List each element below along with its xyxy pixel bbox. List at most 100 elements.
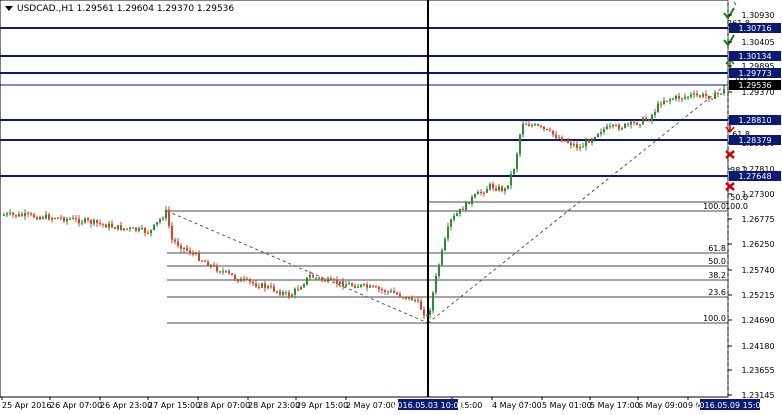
candle-body bbox=[141, 227, 143, 229]
candle-body bbox=[135, 227, 137, 231]
candle-body bbox=[567, 140, 569, 143]
candle-body bbox=[327, 278, 329, 282]
price-tag-label: 1.30716 bbox=[738, 24, 771, 33]
fib-lower-label-50: 50.0 bbox=[708, 257, 726, 266]
candle-body bbox=[399, 294, 401, 297]
time-axis-label: 26 Apr 07:00 bbox=[50, 401, 102, 410]
fib-lower-label-236: 23.6 bbox=[708, 288, 726, 297]
candle-body bbox=[18, 213, 20, 217]
candle-body bbox=[363, 284, 365, 286]
candle-body bbox=[690, 94, 692, 97]
candle-body bbox=[663, 100, 665, 105]
candle-body bbox=[198, 253, 200, 261]
candle-body bbox=[507, 185, 509, 189]
candle-body bbox=[213, 264, 215, 266]
candle-body bbox=[666, 100, 668, 102]
candle-body bbox=[543, 126, 545, 130]
candle-body bbox=[12, 212, 14, 215]
candle-body bbox=[114, 227, 116, 229]
price-scale-label: 1.23655 bbox=[741, 366, 774, 375]
candle-body bbox=[330, 278, 332, 280]
candle-body bbox=[468, 201, 470, 205]
candle-body bbox=[189, 250, 191, 254]
fib-lower-label-382: 38.2 bbox=[708, 271, 726, 280]
candle-body bbox=[684, 96, 686, 99]
candle-body bbox=[699, 95, 701, 97]
candle-body bbox=[249, 279, 251, 282]
candle-body bbox=[204, 260, 206, 262]
candle-body bbox=[156, 222, 158, 225]
candle-body bbox=[414, 299, 416, 301]
time-highlight-tag: 2016.05.09 15:00 bbox=[694, 399, 766, 410]
candle-body bbox=[591, 138, 593, 143]
candle-body bbox=[246, 278, 248, 280]
candle-body bbox=[201, 260, 203, 262]
candle-body bbox=[111, 223, 113, 228]
candle-body bbox=[72, 218, 74, 220]
candle-body bbox=[309, 275, 311, 278]
candle-body bbox=[408, 296, 410, 299]
candle-body bbox=[234, 275, 236, 280]
candle-body bbox=[102, 223, 104, 225]
time-axis-label: 29 Apr 15:00 bbox=[296, 401, 348, 410]
candle-body bbox=[678, 95, 680, 99]
candle-body bbox=[174, 239, 176, 242]
candle-body bbox=[105, 224, 107, 228]
candle-body bbox=[21, 213, 23, 217]
candle-body bbox=[708, 95, 710, 99]
candle-body bbox=[627, 123, 629, 125]
candle-body bbox=[702, 94, 704, 97]
candle-body bbox=[426, 314, 428, 316]
price-tag: 1.28810 bbox=[729, 115, 781, 125]
fib-lower-label-100-bottom: 100.0 bbox=[703, 314, 726, 323]
candle-body bbox=[297, 288, 299, 290]
candle-body bbox=[387, 291, 389, 293]
candle-body bbox=[30, 213, 32, 215]
candle-body bbox=[153, 224, 155, 230]
candle-body bbox=[354, 285, 356, 289]
candle-body bbox=[177, 241, 179, 246]
candle-body bbox=[693, 93, 695, 95]
candle-body bbox=[435, 276, 437, 293]
candle-body bbox=[720, 93, 722, 95]
candle-body bbox=[381, 289, 383, 291]
candle-body bbox=[255, 283, 257, 287]
candle-body bbox=[456, 213, 458, 217]
candle-body bbox=[459, 208, 461, 214]
candle-body bbox=[324, 280, 326, 282]
candle-body bbox=[321, 277, 323, 281]
candle-body bbox=[483, 192, 485, 194]
candle-body bbox=[261, 283, 263, 288]
candle-body bbox=[369, 285, 371, 288]
fib-lower-label-618: 61.8 bbox=[708, 244, 726, 253]
price-tag: 1.28379 bbox=[729, 135, 781, 145]
candle-body bbox=[519, 134, 521, 154]
candle-body bbox=[624, 123, 626, 128]
candle-body bbox=[171, 225, 173, 240]
candle-body bbox=[294, 288, 296, 295]
time-axis-label: 25 Apr 2016 bbox=[2, 401, 51, 410]
candle-body bbox=[540, 125, 542, 127]
candle-body bbox=[384, 290, 386, 293]
time-axis[interactable]: 25 Apr 201626 Apr 07:0026 Apr 23:0027 Ap… bbox=[1, 397, 766, 410]
candle-body bbox=[183, 247, 185, 249]
chart-title: USDCAD.,H1 1.29561 1.29604 1.29370 1.295… bbox=[17, 4, 234, 14]
candle-body bbox=[168, 209, 170, 226]
candle-body bbox=[606, 126, 608, 130]
candle-body bbox=[117, 225, 119, 229]
candle-body bbox=[609, 126, 611, 128]
candle-body bbox=[555, 134, 557, 139]
candle-body bbox=[312, 275, 314, 278]
plot-area[interactable] bbox=[0, 0, 729, 398]
candle-body bbox=[498, 186, 500, 191]
price-scale-label: 1.30405 bbox=[741, 38, 774, 47]
candle-body bbox=[654, 112, 656, 116]
candle-body bbox=[492, 183, 494, 189]
price-chart[interactable]: 100.0 61.8 50.0 38.2 23.6 100.0 261.8 0.… bbox=[0, 0, 782, 411]
candle-body bbox=[495, 188, 497, 191]
candle-body bbox=[474, 194, 476, 197]
candle-body bbox=[24, 213, 26, 217]
candle-body bbox=[243, 278, 245, 280]
candle-body bbox=[375, 286, 377, 288]
candle-body bbox=[342, 281, 344, 287]
